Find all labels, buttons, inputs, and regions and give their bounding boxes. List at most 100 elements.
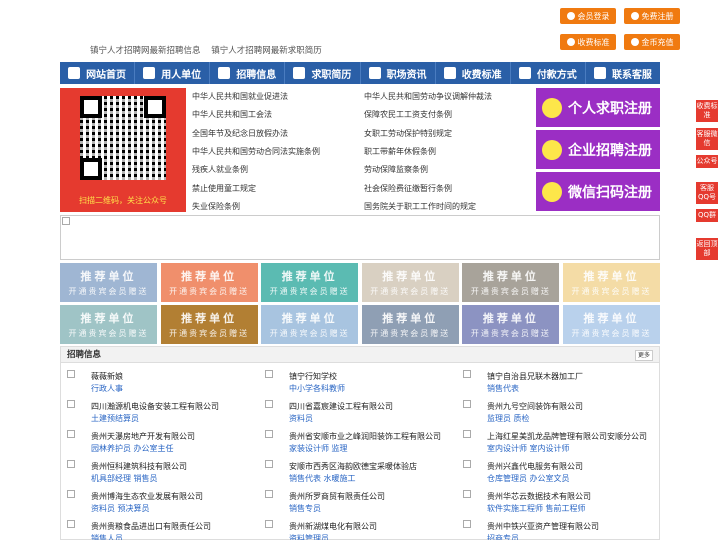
- policy-link[interactable]: 禁止使用童工规定: [192, 183, 256, 194]
- recommend-tile[interactable]: 推荐单位 开通贵宾会员赠送: [160, 263, 258, 302]
- policy-link[interactable]: 残疾人就业条例: [192, 164, 248, 175]
- recommend-tile[interactable]: 推荐单位 开通贵宾会员赠送: [563, 305, 660, 344]
- latest-jobs-link[interactable]: 镇宁人才招聘网最新招聘信息: [90, 46, 201, 56]
- company-logo[interactable]: [265, 460, 273, 468]
- nav-contact[interactable]: 联系客服: [586, 62, 660, 84]
- company-logo[interactable]: [67, 430, 75, 438]
- job-position-link[interactable]: 监理员 质检: [487, 413, 530, 424]
- policy-link[interactable]: 中华人民共和国工会法: [192, 109, 272, 120]
- nav-jobs[interactable]: 招聘信息: [210, 62, 286, 84]
- policy-link[interactable]: 中华人民共和国劳动合同法实施条例: [192, 146, 320, 157]
- company-name-link[interactable]: 镇宁自治县兄联木器加工厂: [487, 371, 583, 382]
- job-position-link[interactable]: 家装设计师 监理: [289, 443, 348, 454]
- company-logo[interactable]: [265, 520, 273, 528]
- side-tab[interactable]: 客服微信: [696, 128, 718, 150]
- recommend-tile[interactable]: 推荐单位 开通贵宾会员赠送: [462, 305, 560, 344]
- company-logo[interactable]: [265, 490, 273, 498]
- policy-link[interactable]: 国务院关于职工工作时间的规定: [364, 201, 476, 212]
- company-logo[interactable]: [67, 460, 75, 468]
- job-position-link[interactable]: 机具部经理 销售员: [91, 473, 158, 484]
- company-name-link[interactable]: 贵州恒科建筑科技有限公司: [91, 461, 187, 472]
- job-position-link[interactable]: 室内设计师 室内设计师: [487, 443, 570, 454]
- side-tab[interactable]: 返回顶部: [696, 238, 718, 260]
- company-logo[interactable]: [67, 400, 75, 408]
- nav-payment[interactable]: 付款方式: [511, 62, 586, 84]
- job-position-link[interactable]: 招商专员: [487, 533, 519, 540]
- company-name-link[interactable]: 四川瀚源机电设备安装工程有限公司: [91, 401, 219, 412]
- policy-link[interactable]: 女职工劳动保护特别规定: [364, 128, 452, 139]
- company-name-link[interactable]: 贵州博海生态农业发展有限公司: [91, 491, 203, 502]
- recommend-tile[interactable]: 推荐单位 开通贵宾会员赠送: [361, 305, 459, 344]
- policy-link[interactable]: 劳动保障监察条例: [364, 164, 428, 175]
- member-login-button[interactable]: 会员登录: [560, 8, 616, 24]
- company-name-link[interactable]: 贵州华芯云数据技术有限公司: [487, 491, 591, 502]
- company-logo[interactable]: [67, 520, 75, 528]
- policy-link[interactable]: 保障农民工工资支付条例: [364, 109, 452, 120]
- job-position-link[interactable]: 土建预结算员: [91, 413, 139, 424]
- banner-image[interactable]: [60, 215, 660, 260]
- latest-resumes-link[interactable]: 镇宁人才招聘网最新求职简历: [211, 46, 322, 56]
- company-name-link[interactable]: 贵州天瀑房地产开发有限公司: [91, 431, 195, 442]
- side-tab[interactable]: QQ群: [696, 209, 718, 222]
- job-position-link[interactable]: 销售专员: [289, 503, 321, 514]
- more-button[interactable]: 更多: [634, 350, 653, 361]
- job-position-link[interactable]: 销售人员: [91, 533, 123, 540]
- company-logo[interactable]: [265, 370, 273, 378]
- company-name-link[interactable]: 安顺市西秀区海韵欧德宝采暖体验店: [289, 461, 417, 472]
- company-name-link[interactable]: 贵州兴鑫代电服务有限公司: [487, 461, 583, 472]
- company-register-button[interactable]: 企业招聘注册: [536, 130, 660, 169]
- company-name-link[interactable]: 薇薇新娘: [91, 371, 123, 382]
- job-position-link[interactable]: 行政人事: [91, 383, 123, 394]
- nav-employers[interactable]: 用人单位: [135, 62, 211, 84]
- job-position-link[interactable]: 中小学各科教师: [289, 383, 345, 394]
- company-logo[interactable]: [463, 490, 471, 498]
- recommend-tile[interactable]: 推荐单位 开通贵宾会员赠送: [160, 305, 258, 344]
- recommend-tile[interactable]: 推荐单位 开通贵宾会员赠送: [361, 263, 459, 302]
- company-name-link[interactable]: 贵州新湖煤电化有限公司: [289, 521, 377, 532]
- policy-link[interactable]: 社会保险费征缴暂行条例: [364, 183, 452, 194]
- recommend-tile[interactable]: 推荐单位 开通贵宾会员赠送: [261, 305, 359, 344]
- personal-register-button[interactable]: 个人求职注册: [536, 88, 660, 127]
- nav-resumes[interactable]: 求职简历: [285, 62, 361, 84]
- gold-recharge-button[interactable]: 金币充值: [624, 34, 680, 50]
- policy-link[interactable]: 失业保险条例: [192, 201, 240, 212]
- job-position-link[interactable]: 资料管理员: [289, 533, 329, 540]
- fee-standard-button[interactable]: 收费标准: [560, 34, 616, 50]
- nav-fees[interactable]: 收费标准: [436, 62, 511, 84]
- recommend-tile[interactable]: 推荐单位 开通贵宾会员赠送: [60, 263, 157, 302]
- free-register-button[interactable]: 免费注册: [624, 8, 680, 24]
- company-name-link[interactable]: 贵州省安顺市业之峰润阳装饰工程有限公司: [289, 431, 441, 442]
- policy-link[interactable]: 全国年节及纪念日放假办法: [192, 128, 288, 139]
- job-position-link[interactable]: 销售代表 水暖施工: [289, 473, 356, 484]
- company-name-link[interactable]: 贵州贵粮食品进出口有限责任公司: [91, 521, 211, 532]
- company-logo[interactable]: [463, 520, 471, 528]
- company-name-link[interactable]: 镇宁行知学校: [289, 371, 337, 382]
- recommend-tile[interactable]: 推荐单位 开通贵宾会员赠送: [563, 263, 660, 302]
- nav-news[interactable]: 职场资讯: [361, 62, 436, 84]
- job-position-link[interactable]: 资料员: [289, 413, 313, 424]
- recommend-tile[interactable]: 推荐单位 开通贵宾会员赠送: [60, 305, 157, 344]
- policy-link[interactable]: 职工带薪年休假条例: [364, 146, 436, 157]
- company-name-link[interactable]: 贵州中铁兴亚资产管理有限公司: [487, 521, 599, 532]
- policy-link[interactable]: 中华人民共和国就业促进法: [192, 91, 288, 102]
- job-position-link[interactable]: 资料员 预决算员: [91, 503, 150, 514]
- policy-link[interactable]: 中华人民共和国劳动争议调解仲裁法: [364, 91, 492, 102]
- company-name-link[interactable]: 贵州所罗商贸有限责任公司: [289, 491, 385, 502]
- job-position-link[interactable]: 园林养护员 办公室主任: [91, 443, 174, 454]
- company-logo[interactable]: [463, 460, 471, 468]
- company-logo[interactable]: [463, 370, 471, 378]
- side-tab[interactable]: 公众号: [696, 155, 718, 168]
- company-name-link[interactable]: 四川省嘉宸建设工程有限公司: [289, 401, 393, 412]
- nav-home[interactable]: 网站首页: [60, 62, 136, 84]
- job-position-link[interactable]: 销售代表: [487, 383, 519, 394]
- side-tab[interactable]: 客服QQ号: [696, 182, 718, 204]
- company-name-link[interactable]: 上海红星美凯龙品牌管理有限公司安顺分公司: [487, 431, 647, 442]
- company-logo[interactable]: [463, 400, 471, 408]
- wechat-register-button[interactable]: 微信扫码注册: [536, 172, 660, 211]
- company-logo[interactable]: [463, 430, 471, 438]
- recommend-tile[interactable]: 推荐单位 开通贵宾会员赠送: [462, 263, 560, 302]
- company-logo[interactable]: [265, 430, 273, 438]
- company-logo[interactable]: [265, 400, 273, 408]
- side-tab[interactable]: 收费标准: [696, 100, 718, 122]
- company-name-link[interactable]: 贵州九号空间装饰有限公司: [487, 401, 583, 412]
